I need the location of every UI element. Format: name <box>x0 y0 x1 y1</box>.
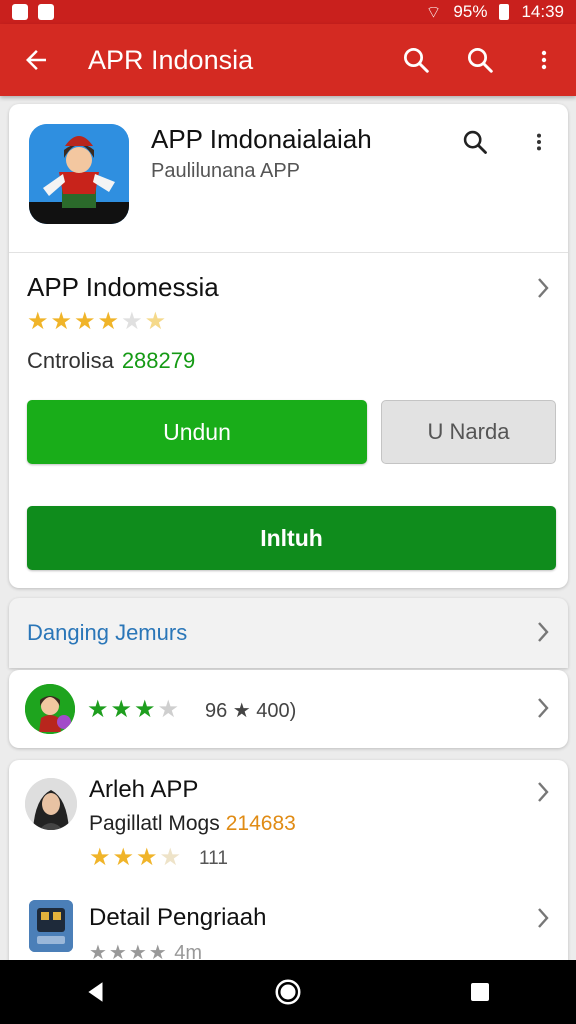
info-number: 288279 <box>121 348 196 373</box>
reviews-row[interactable]: ★ ★ ★ ★ 96 ★ 400) <box>9 670 568 748</box>
app-icon-illustration <box>29 124 129 224</box>
card-more-button[interactable] <box>521 124 557 160</box>
app-header-card: APP Imdonaialaiah Paulilunana APP APP In… <box>9 104 568 588</box>
more-vert-icon <box>541 50 547 70</box>
chevron-right-icon[interactable] <box>533 278 553 298</box>
app-subtitle: Paulilunana APP <box>151 160 301 182</box>
star-empty-icon: ★ <box>159 844 182 871</box>
system-nav-bar <box>0 960 576 1024</box>
star-half-icon: ★ <box>97 308 120 335</box>
star-full-icon: ★ <box>112 844 135 871</box>
star-full-icon: ★ <box>89 844 111 871</box>
related-title[interactable]: Arleh APP <box>89 776 198 804</box>
avatar <box>25 778 77 830</box>
detail-app-icon <box>29 900 73 952</box>
notification-icon <box>38 4 54 20</box>
search-icon <box>463 130 487 154</box>
related-subtitle-label: Pagillatl Mogs <box>89 812 220 835</box>
status-bar: ⌔ 95% 14:39 <box>0 0 576 24</box>
install-button[interactable]: Inltuh <box>27 506 556 570</box>
star-full-icon: ★ <box>134 696 156 723</box>
star-full-icon: ★ <box>27 308 49 335</box>
arrow-back-icon <box>26 50 46 70</box>
star-empty-icon: ★ <box>121 308 143 335</box>
related-card: Arleh APP Pagillatl Mogs 214683 ★ ★ ★ ★ 1… <box>9 760 568 980</box>
star-full-icon: ★ <box>110 696 133 723</box>
search-button-secondary[interactable] <box>448 24 512 96</box>
search-button[interactable] <box>384 24 448 96</box>
card-search-button[interactable] <box>457 124 493 160</box>
app-name: APP Indomessia <box>27 272 219 302</box>
divider <box>9 252 568 253</box>
overflow-menu-button[interactable] <box>512 24 576 96</box>
related-stars: ★ ★ ★ ★ <box>89 846 181 870</box>
info-label: Cntrolisa <box>27 348 114 373</box>
more-vert-icon <box>536 133 542 151</box>
home-circle-icon <box>275 979 301 1005</box>
related-count: 111 <box>199 848 228 869</box>
nav-back-button[interactable] <box>66 962 126 1022</box>
search-icon <box>468 48 493 73</box>
chevron-right-icon[interactable] <box>533 622 553 642</box>
download-info: Cntrolisa 288279 <box>27 348 195 374</box>
star-empty-icon: ★ <box>157 696 180 723</box>
avatar <box>25 684 75 734</box>
related-subtitle: Pagillatl Mogs 214683 <box>89 812 296 836</box>
star-full-icon: ★ <box>50 308 73 335</box>
notification-icon <box>12 4 28 20</box>
square-recents-icon <box>471 983 489 1001</box>
section-title: Danging Jemurs <box>27 620 188 645</box>
clock: 14:39 <box>521 2 564 21</box>
app-title: APP Imdonaialaiah <box>151 124 372 154</box>
primary-button[interactable]: Undun <box>27 400 367 464</box>
secondary-button[interactable]: U Narda <box>381 400 556 464</box>
app-icon[interactable] <box>29 124 129 224</box>
wifi-icon: ⌔ <box>425 2 442 22</box>
related-subtitle-number: 214683 <box>225 812 296 835</box>
review-stars: ★ ★ ★ ★ <box>87 698 179 722</box>
chevron-right-icon[interactable] <box>533 782 553 802</box>
star-full-icon: ★ <box>136 844 158 871</box>
triangle-back-icon <box>88 982 103 1002</box>
app-bar: APR Indonsia <box>0 24 576 96</box>
star-full-icon: ★ <box>87 696 109 723</box>
rating-stars: ★ ★ ★ ★ ★ ★ <box>27 310 166 334</box>
section-header[interactable]: Danging Jemurs <box>9 598 568 668</box>
detail-title[interactable]: Detail Pengriaah <box>89 904 266 932</box>
back-button[interactable] <box>0 24 72 96</box>
battery-percent: 95% <box>453 2 488 21</box>
nav-home-button[interactable] <box>258 962 318 1022</box>
search-icon <box>404 48 429 73</box>
star-full-icon: ★ <box>74 308 96 335</box>
review-count: 96 ★ 400) <box>205 700 297 722</box>
chevron-right-icon[interactable] <box>533 908 553 928</box>
app-bar-title: APR Indonsia <box>88 44 254 75</box>
battery-icon <box>499 4 510 20</box>
star-empty-icon: ★ <box>144 308 167 335</box>
chevron-right-icon[interactable] <box>533 698 553 718</box>
nav-recents-button[interactable] <box>450 962 510 1022</box>
